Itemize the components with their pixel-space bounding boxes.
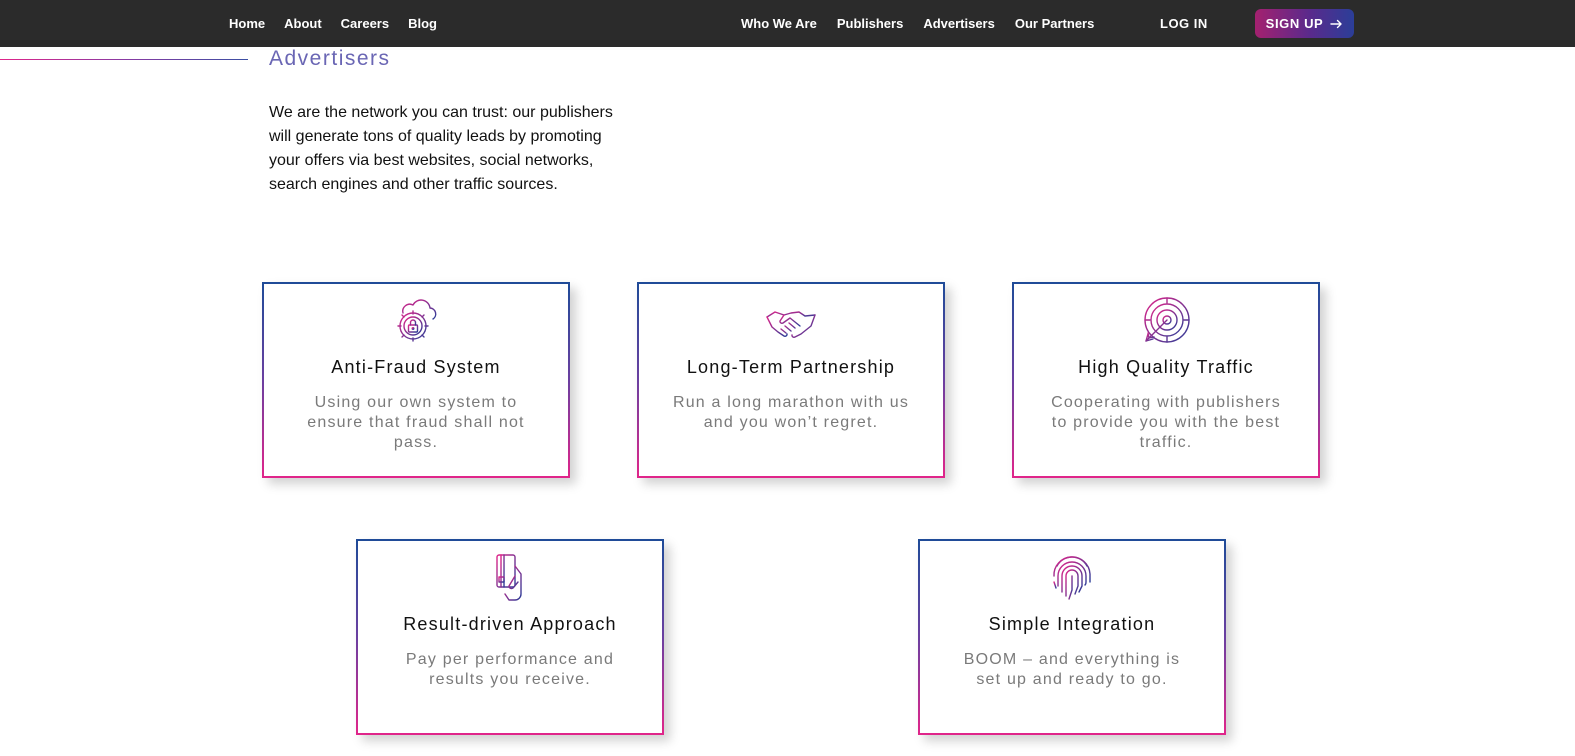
card-title: Long-Term Partnership [686,357,896,377]
signup-button-label: SIGN UP [1265,16,1324,31]
card-title: Result-driven Approach [403,614,617,634]
secondary-nav: Who We Are Publishers Advertisers Our Pa… [741,0,1114,47]
signup-button[interactable]: SIGN UP [1255,9,1354,38]
card-title: Anti-Fraud System [331,357,501,377]
card-description: Run a long marathon with us and you won’… [672,394,910,431]
cloud-lock-gear-icon [389,295,443,349]
card-title: High Quality Traffic [1078,357,1254,377]
fingerprint-icon [1045,552,1099,606]
card-description: Pay per performance and results you rece… [405,651,615,688]
section-intro: We are the network you can trust: our pu… [269,104,613,193]
feature-card-simple-integration: Simple Integration BOOM – and everything… [918,539,1226,735]
nav-our-partners[interactable]: Our Partners [1015,16,1094,31]
primary-nav: Home About Careers Blog [229,0,456,47]
card-description: Cooperating with publishers to provide y… [1051,394,1281,451]
feature-card-high-quality-traffic: High Quality Traffic Cooperating with pu… [1012,282,1320,478]
nav-home[interactable]: Home [229,16,265,31]
feature-card-long-term-partnership: Long-Term Partnership Run a long maratho… [637,282,945,478]
nav-about[interactable]: About [284,16,322,31]
card-hand-icon [483,552,537,606]
nav-publishers[interactable]: Publishers [837,16,903,31]
section-heading-divider [0,59,248,60]
login-link[interactable]: LOG IN [1160,0,1208,47]
handshake-icon [764,295,818,349]
target-icon [1139,295,1193,349]
card-title: Simple Integration [988,614,1156,634]
top-navigation-bar: Home About Careers Blog Who We Are Publi… [0,0,1575,47]
section-title: Advertisers [269,47,391,70]
nav-blog[interactable]: Blog [408,16,437,31]
card-description: Using our own system to ensure that frau… [307,394,525,451]
feature-card-anti-fraud: Anti-Fraud System Using our own system t… [262,282,570,478]
feature-card-result-driven: Result-driven Approach Pay per performan… [356,539,664,735]
nav-who-we-are[interactable]: Who We Are [741,16,817,31]
nav-careers[interactable]: Careers [341,16,389,31]
card-description: BOOM – and everything is set up and read… [963,651,1181,688]
nav-advertisers[interactable]: Advertisers [923,16,995,31]
arrow-right-icon [1330,19,1343,28]
